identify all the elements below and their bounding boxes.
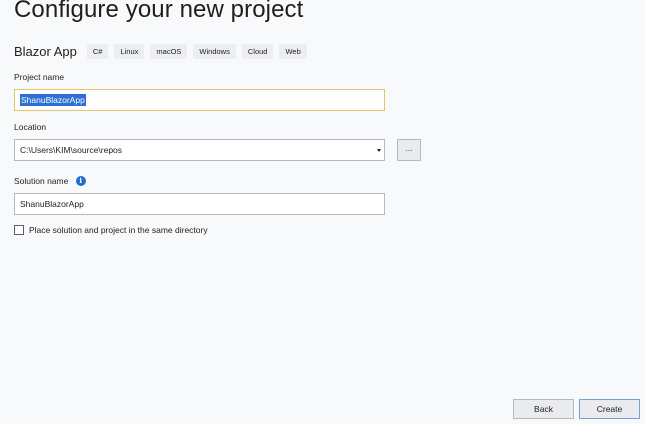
tag-cloud: Cloud <box>241 43 274 59</box>
project-name-label: Project name <box>14 72 65 82</box>
same-directory-checkbox[interactable] <box>14 225 24 235</box>
configure-project-page: Configure your new project Blazor App C#… <box>0 0 645 424</box>
chevron-down-icon[interactable] <box>377 149 381 152</box>
tag-csharp: C# <box>86 43 109 59</box>
create-button[interactable]: Create <box>579 399 640 419</box>
back-button[interactable]: Back <box>513 399 574 419</box>
solution-name-label: Solution name <box>14 176 69 186</box>
tag-windows: Windows <box>193 43 236 59</box>
solution-name-value: ShanuBlazorApp <box>20 199 84 209</box>
same-directory-label[interactable]: Place solution and project in the same d… <box>29 225 208 235</box>
page-title: Configure your new project <box>14 0 304 23</box>
location-combobox[interactable]: C:\Users\KIM\source\repos <box>14 139 385 161</box>
solution-name-input[interactable]: ShanuBlazorApp <box>14 193 385 215</box>
project-name-input[interactable]: ShanuBlazorApp <box>14 89 385 111</box>
tag-web: Web <box>279 43 307 59</box>
template-name: Blazor App <box>14 43 77 59</box>
location-label: Location <box>14 122 47 132</box>
project-name-value: ShanuBlazorApp <box>20 94 86 106</box>
template-summary: Blazor App C# Linux macOS Windows Cloud … <box>14 42 313 60</box>
solution-name-label-row: Solution name i <box>14 175 86 187</box>
same-directory-option[interactable]: Place solution and project in the same d… <box>14 225 208 235</box>
tag-macos: macOS <box>150 43 188 59</box>
location-value: C:\Users\KIM\source\repos <box>20 145 123 155</box>
tag-linux: Linux <box>114 43 145 59</box>
browse-location-button[interactable]: ... <box>397 139 421 161</box>
info-icon[interactable]: i <box>75 175 86 186</box>
